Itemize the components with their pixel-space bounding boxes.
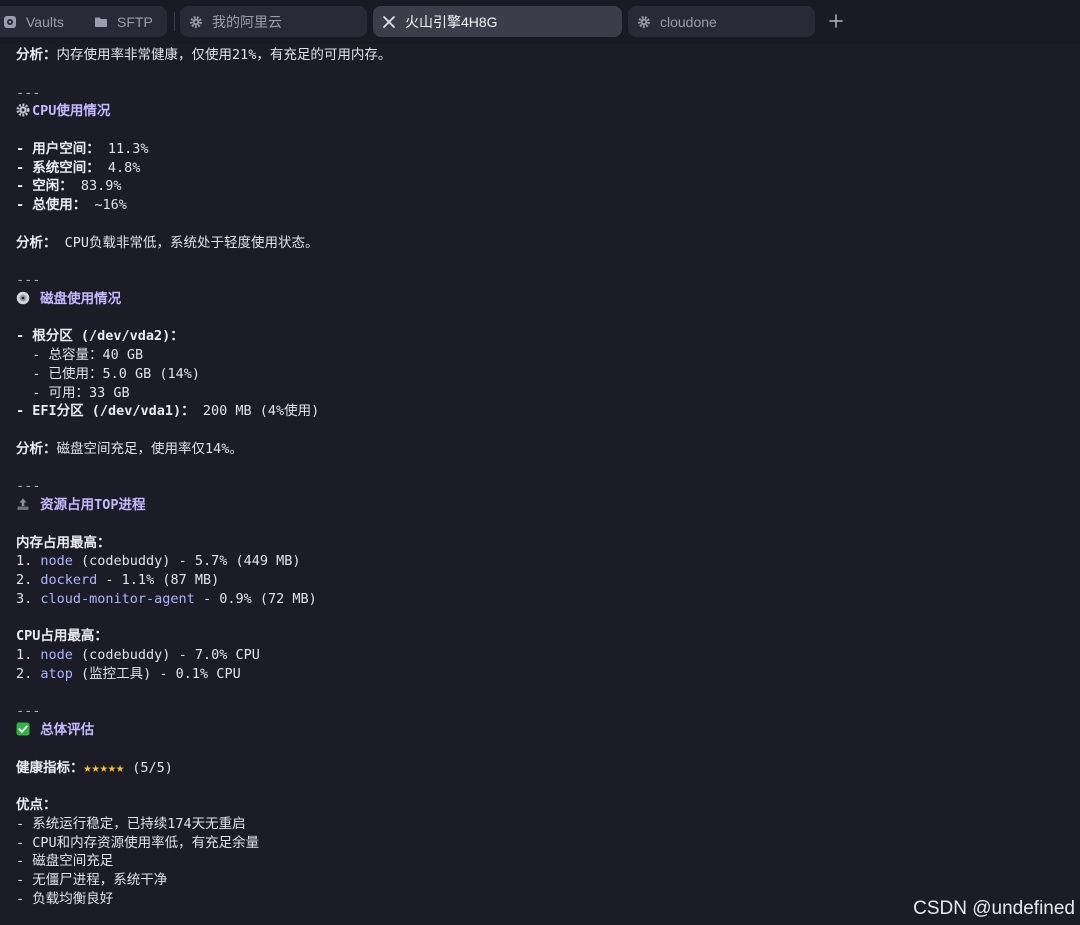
- plus-icon: [829, 14, 843, 28]
- gear-icon: [189, 15, 203, 29]
- tab-aliyun[interactable]: 我的阿里云: [180, 6, 367, 37]
- separator: ---: [16, 272, 41, 288]
- memory-analysis-line: 分析：内存使用率非常健康，仅使用21%，有充足的可用内存。: [16, 47, 392, 63]
- list-item: - CPU和内存资源使用率低，有充足余量: [16, 834, 260, 851]
- list-item: 3. cloud-monitor-agent - 0.9% (72 MB): [16, 590, 317, 607]
- star-rating-icon: ★★★★★: [83, 759, 125, 776]
- list-item: - 系统运行稳定，已持续174天无重启: [16, 815, 246, 832]
- mem-top-title: 内存占用最高：: [16, 534, 111, 551]
- list-item: 2. atop (监控工具) - 0.1% CPU: [16, 665, 241, 682]
- list-item: 1. node (codebuddy) - 7.0% CPU: [16, 647, 260, 663]
- cpu-item-system: - 系统空间： 4.8%: [16, 159, 141, 176]
- disk-section-heading: 磁盘使用情况: [16, 290, 1066, 309]
- tab-label: Vaults: [26, 13, 64, 30]
- pros-title: 优点：: [16, 797, 57, 813]
- cpu-item-total: - 总使用： ~16%: [16, 197, 127, 213]
- terminal-output[interactable]: 分析：内存使用率非常健康，仅使用21%，有充足的可用内存。 --- CPU使用情…: [16, 46, 1066, 909]
- cpu-section-heading: CPU使用情况: [16, 102, 1066, 121]
- top-section-heading: 资源占用TOP进程: [16, 496, 1066, 515]
- close-icon[interactable]: [382, 15, 396, 29]
- separator: ---: [16, 84, 41, 101]
- overall-section-heading: 总体评估: [16, 721, 1066, 740]
- list-item: 1. node (codebuddy) - 5.7% (449 MB): [16, 553, 301, 570]
- disk-root-item: - 已使用：5.0 GB (14%): [16, 365, 201, 382]
- list-item: - 磁盘空间充足: [16, 853, 114, 870]
- disk-root-line: - 根分区 (/dev/vda2)：: [16, 328, 184, 345]
- tab-label: 火山引擎4H8G: [405, 13, 498, 30]
- health-rating-line: 健康指标：★★★★★ (5/5): [16, 759, 173, 776]
- tab-sftp[interactable]: SFTP: [85, 6, 167, 37]
- list-item: 2. dockerd - 1.1% (87 MB): [16, 572, 220, 588]
- tab-cloudone[interactable]: cloudone: [628, 6, 815, 37]
- list-item: - 无僵尸进程，系统干净: [16, 872, 168, 888]
- gear-emoji-icon: [16, 103, 30, 117]
- separator: ---: [16, 703, 41, 720]
- disk-root-item: - 总容量：40 GB: [16, 347, 144, 363]
- tab-label: cloudone: [660, 13, 717, 30]
- disk-efi-line: - EFI分区 (/dev/vda1)： 200 MB (4%使用): [16, 403, 320, 420]
- cpu-analysis-line: 分析： CPU负载非常低，系统处于轻度使用状态。: [16, 234, 319, 251]
- separator: ---: [16, 478, 41, 495]
- disk-root-item: - 可用：33 GB: [16, 384, 130, 401]
- watermark: CSDN @undefined: [913, 898, 1075, 919]
- cpu-top-title: CPU占用最高：: [16, 628, 108, 645]
- vault-icon: [3, 15, 17, 29]
- disc-icon: [16, 291, 30, 305]
- cpu-item-idle: - 空闲： 83.9%: [16, 178, 122, 195]
- gear-icon: [637, 15, 651, 29]
- check-icon: [16, 722, 30, 736]
- tab-label: 我的阿里云: [212, 13, 282, 30]
- tab-label: SFTP: [117, 13, 153, 30]
- tab-volcengine[interactable]: 火山引擎4H8G: [373, 6, 622, 37]
- list-item: - 负载均衡良好: [16, 890, 114, 907]
- cpu-item-user: - 用户空间： 11.3%: [16, 140, 149, 157]
- tab-divider: [174, 12, 175, 31]
- tab-bar: Vaults SFTP 我的阿里云 火山引擎4H8G cloudone: [0, 0, 1080, 44]
- folder-icon: [94, 15, 108, 29]
- upload-icon: [16, 497, 30, 511]
- add-tab-button[interactable]: [826, 11, 846, 31]
- disk-analysis-line: 分析：磁盘空间充足，使用率仅14%。: [16, 440, 243, 457]
